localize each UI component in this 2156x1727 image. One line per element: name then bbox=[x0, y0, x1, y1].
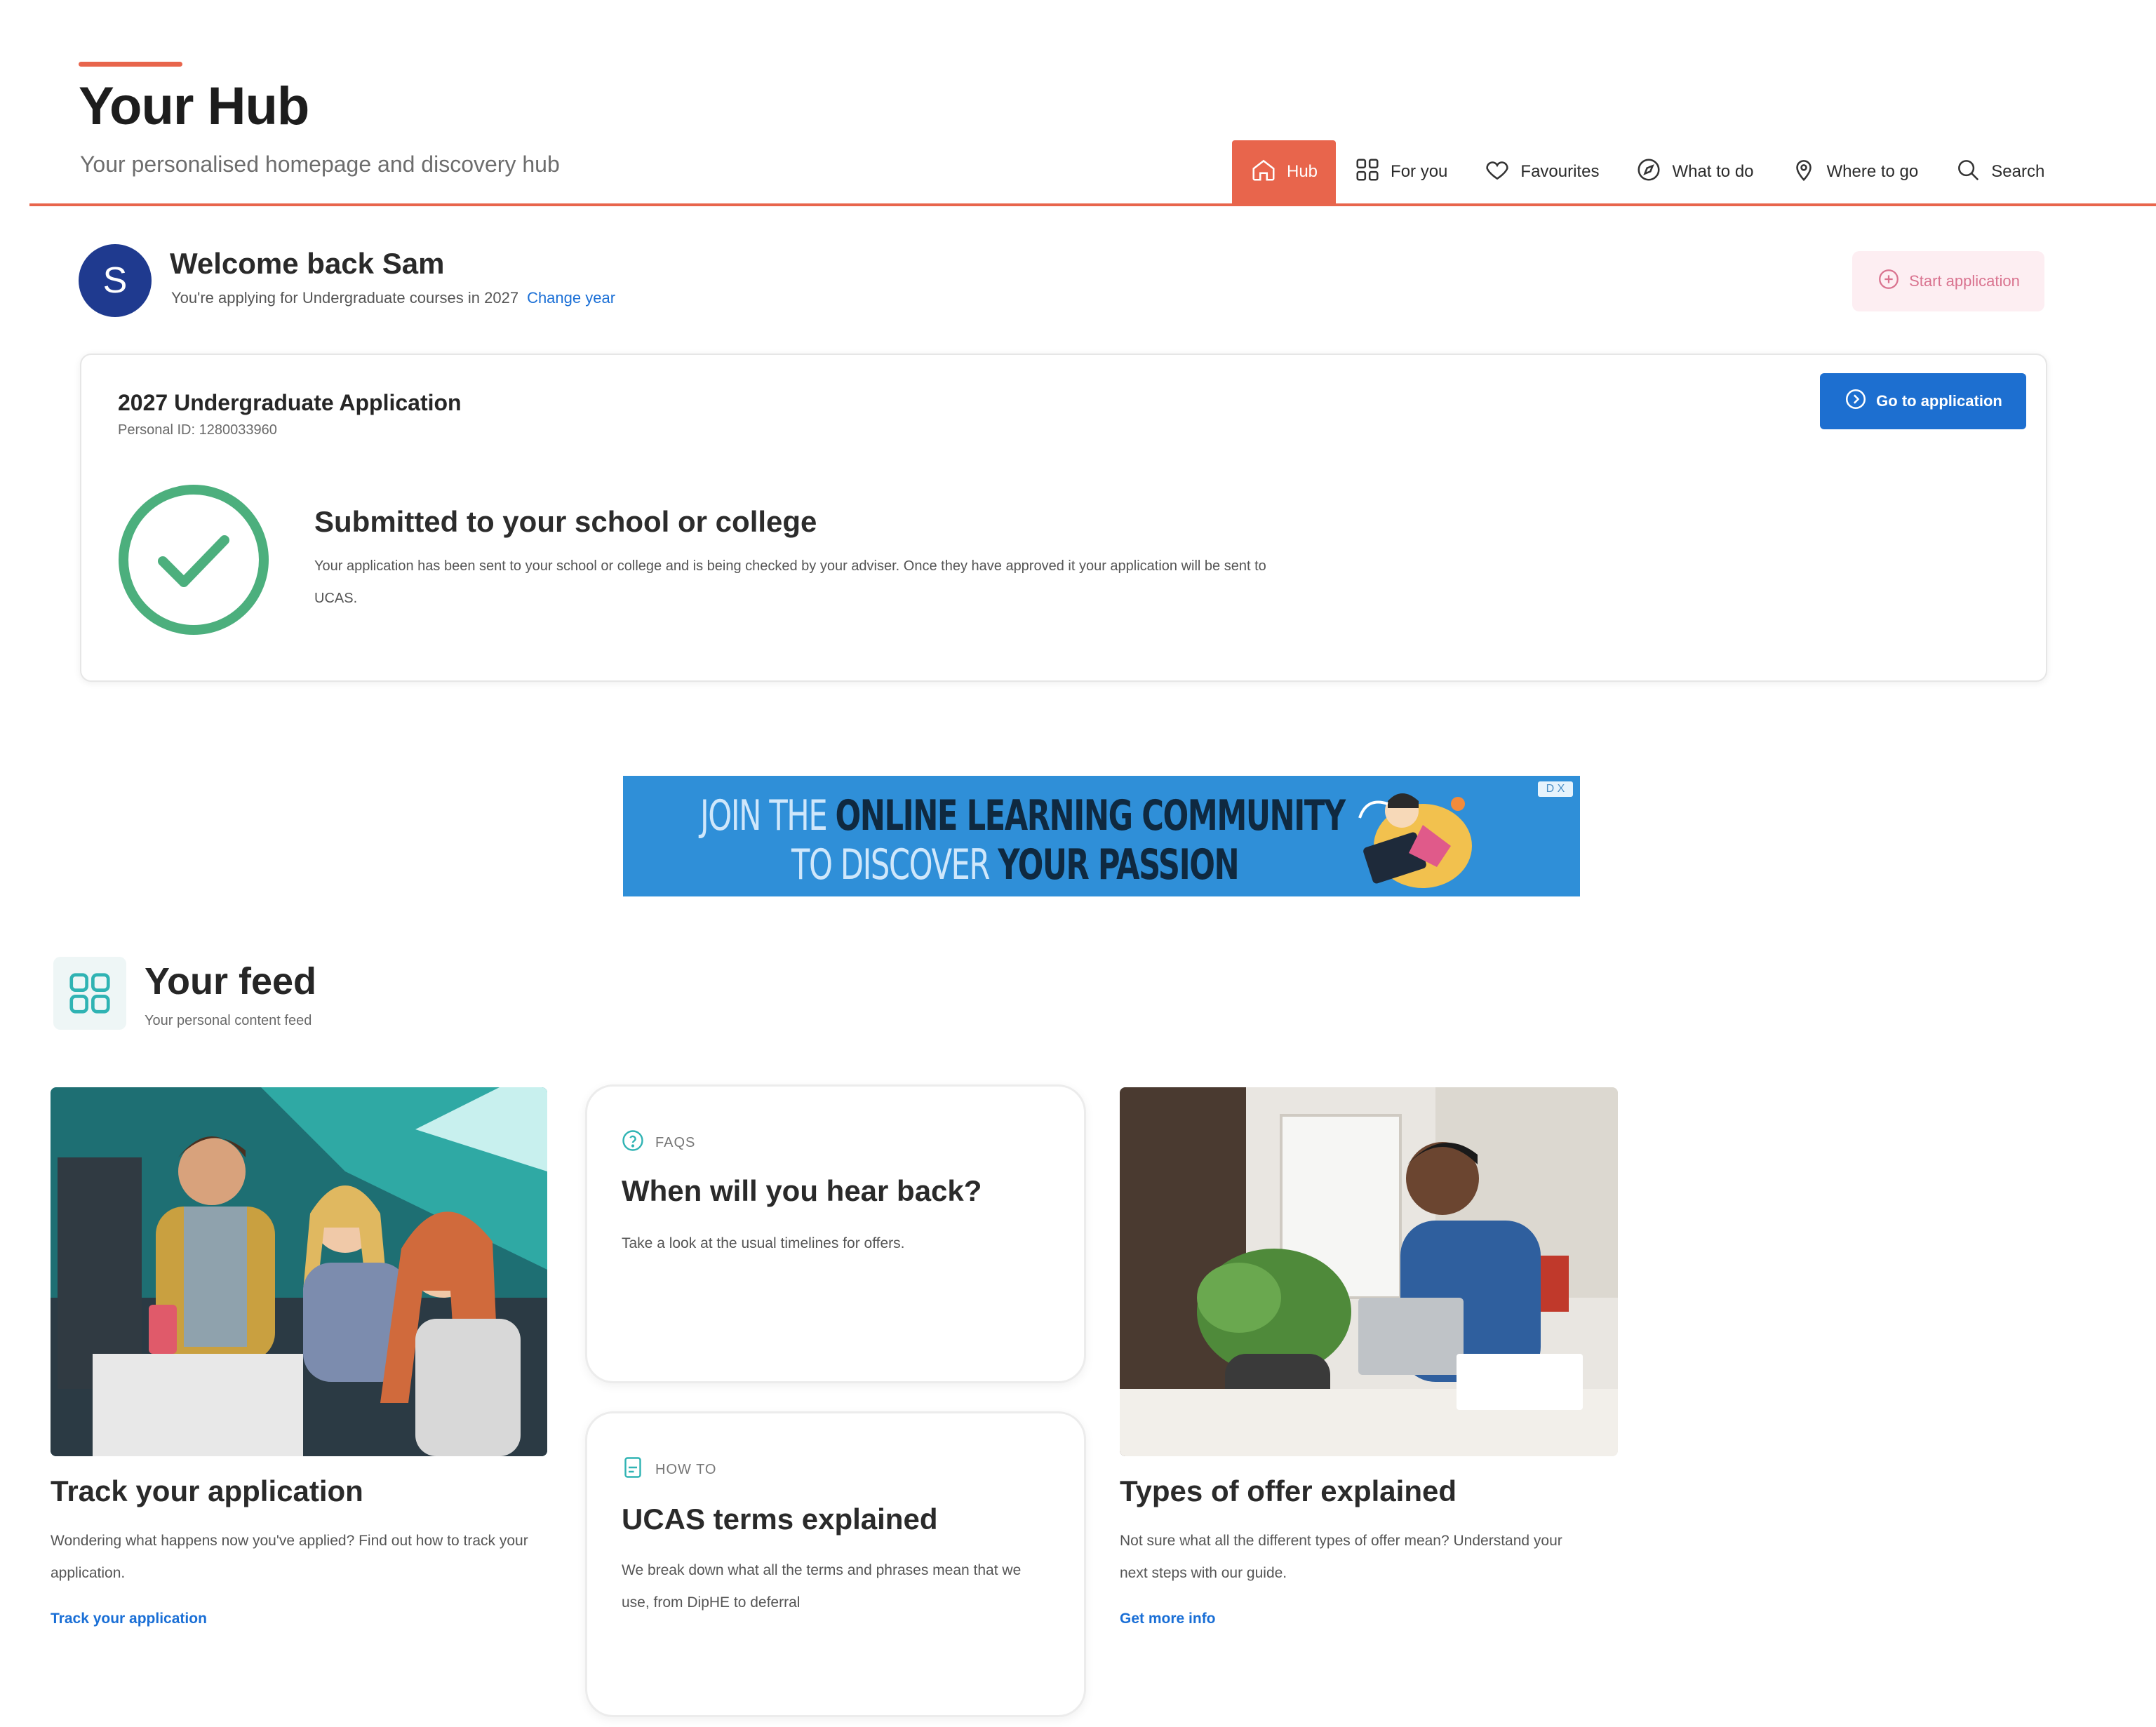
welcome-subtitle: You're applying for Undergraduate course… bbox=[171, 289, 615, 307]
feed-grid-icon bbox=[53, 957, 126, 1030]
header-divider bbox=[29, 203, 2156, 206]
ad-text-light: JOIN THE bbox=[700, 791, 836, 840]
heart-icon bbox=[1484, 156, 1511, 188]
nav-item-search[interactable]: Search bbox=[1936, 140, 2063, 203]
ad-headline-line2: TO DISCOVER YOUR PASSION bbox=[791, 840, 1240, 889]
nav-label: What to do bbox=[1672, 162, 1754, 181]
card-description: Not sure what all the different types of… bbox=[1120, 1533, 1562, 1581]
ad-close-button[interactable]: D X bbox=[1538, 781, 1573, 797]
nav-item-for-you[interactable]: For you bbox=[1336, 140, 1466, 203]
card-title: Track your application bbox=[51, 1474, 363, 1507]
track-application-image[interactable] bbox=[51, 1087, 547, 1456]
ad-text-dark: ONLINE LEARNING COMMUNITY bbox=[835, 791, 1346, 840]
ad-headline-line1: JOIN THE ONLINE LEARNING COMMUNITY bbox=[700, 791, 1346, 840]
submitted-check-icon bbox=[115, 481, 272, 638]
types-of-offer-image[interactable] bbox=[1120, 1087, 1618, 1456]
search-icon bbox=[1955, 156, 1981, 188]
nav-item-hub[interactable]: Hub bbox=[1232, 140, 1337, 203]
grid-icon bbox=[1354, 156, 1381, 188]
go-to-application-button[interactable]: Go to application bbox=[1820, 373, 2026, 429]
avatar: S bbox=[79, 244, 152, 317]
card-description: Take a look at the usual timelines for o… bbox=[622, 1235, 905, 1251]
nav-label: Favourites bbox=[1520, 162, 1600, 181]
application-title: 2027 Undergraduate Application bbox=[118, 390, 462, 415]
get-more-info-link[interactable]: Get more info bbox=[1120, 1611, 1216, 1627]
feed-subtitle: Your personal content feed bbox=[145, 1013, 312, 1028]
card-description: We break down what all the terms and phr… bbox=[622, 1562, 1022, 1611]
nav-label: Hub bbox=[1287, 162, 1318, 181]
question-icon bbox=[620, 1128, 645, 1157]
card-tag-label: HOW TO bbox=[655, 1461, 717, 1477]
personal-id: Personal ID: 1280033960 bbox=[118, 422, 277, 438]
card-tag: FAQS bbox=[620, 1128, 695, 1157]
location-pin-icon bbox=[1790, 156, 1817, 188]
start-application-button[interactable]: Start application bbox=[1852, 251, 2044, 311]
card-description: Wondering what happens now you've applie… bbox=[51, 1533, 528, 1581]
start-application-label: Start application bbox=[1909, 272, 2020, 290]
home-icon bbox=[1250, 156, 1277, 188]
track-application-link[interactable]: Track your application bbox=[51, 1611, 207, 1627]
card-title: When will you hear back? bbox=[622, 1174, 982, 1207]
change-year-link[interactable]: Change year bbox=[527, 289, 615, 307]
card-tag-label: FAQS bbox=[655, 1134, 696, 1150]
nav-item-favourites[interactable]: Favourites bbox=[1466, 140, 1617, 203]
nav-item-what-to-do[interactable]: What to do bbox=[1617, 140, 1772, 203]
plus-circle-icon bbox=[1877, 267, 1901, 295]
card-title: UCAS terms explained bbox=[622, 1503, 938, 1536]
card-title: Types of offer explained bbox=[1120, 1474, 1457, 1507]
go-to-application-label: Go to application bbox=[1876, 392, 2002, 410]
compass-icon bbox=[1635, 156, 1662, 188]
arrow-circle-icon bbox=[1844, 387, 1868, 415]
ad-text-dark: YOUR PASSION bbox=[998, 840, 1239, 889]
hub-nav: Hub For you Favourites What to do Where … bbox=[1232, 140, 2063, 203]
nav-label: Where to go bbox=[1826, 162, 1919, 181]
ad-illustration bbox=[1318, 776, 1500, 896]
card-tag: HOW TO bbox=[620, 1455, 716, 1484]
title-accent-bar bbox=[79, 62, 182, 67]
advertisement-banner[interactable]: JOIN THE ONLINE LEARNING COMMUNITY TO DI… bbox=[623, 776, 1580, 896]
nav-label: Search bbox=[1991, 162, 2045, 181]
page-title: Your Hub bbox=[79, 76, 309, 136]
feed-title: Your feed bbox=[145, 960, 317, 1002]
document-icon bbox=[620, 1455, 645, 1484]
ad-text-light: TO DISCOVER bbox=[791, 840, 998, 889]
applying-for-text: You're applying for Undergraduate course… bbox=[171, 289, 519, 307]
status-description: Your application has been sent to your s… bbox=[314, 558, 1266, 606]
status-title: Submitted to your school or college bbox=[314, 505, 817, 538]
nav-label: For you bbox=[1391, 162, 1448, 181]
nav-item-where-to-go[interactable]: Where to go bbox=[1772, 140, 1937, 203]
welcome-title: Welcome back Sam bbox=[170, 247, 445, 280]
page-subtitle: Your personalised homepage and discovery… bbox=[80, 152, 560, 177]
